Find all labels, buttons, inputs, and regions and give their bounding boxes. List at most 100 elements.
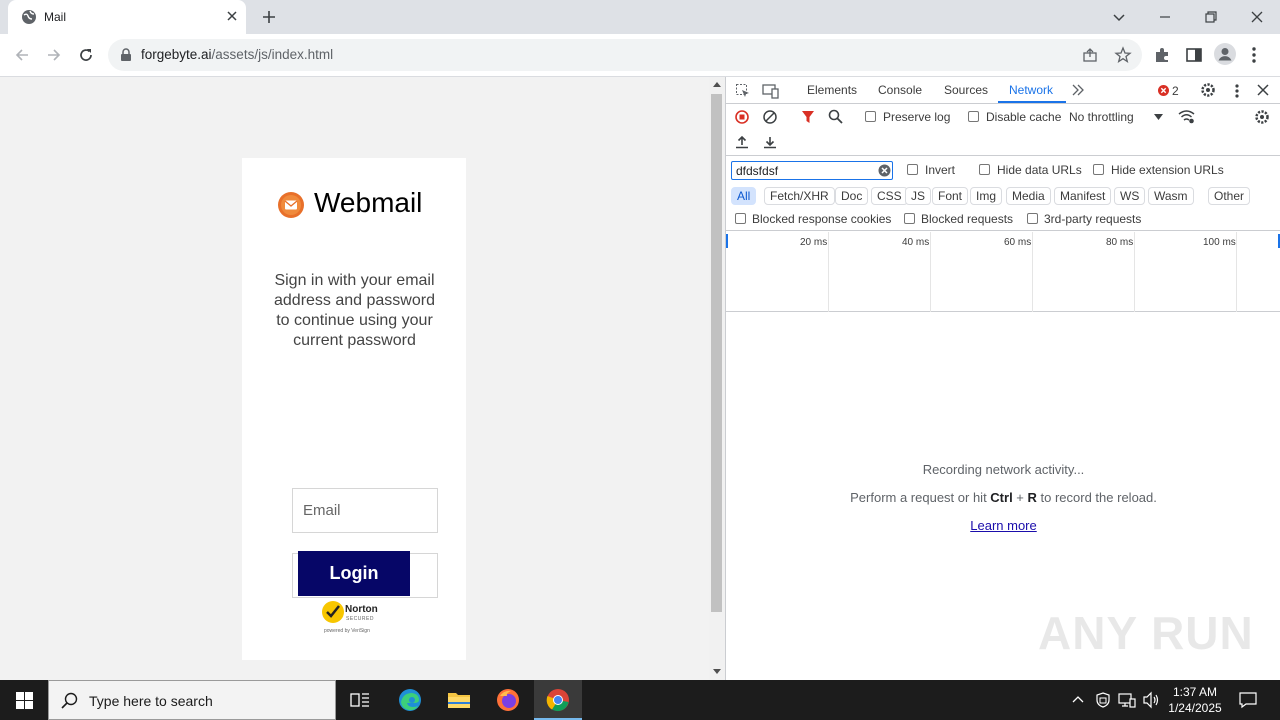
export-har-download-icon[interactable] [763,135,777,149]
windows-logo-icon[interactable] [16,692,33,709]
preserve-log-checkbox[interactable] [865,111,876,122]
start-button[interactable] [0,680,48,720]
url-text: forgebyte.ai/assets/js/index.html [141,47,333,62]
back-arrow-icon[interactable] [13,46,31,64]
blocked-requests-label: Blocked requests [921,212,1014,226]
filter-chip-all[interactable]: All [731,187,757,205]
blocked-requests-checkbox[interactable] [904,213,915,224]
scroll-up-arrow-icon[interactable] [713,82,721,87]
network-icon[interactable] [1118,692,1136,708]
lock-icon[interactable] [120,48,132,62]
invert-checkbox[interactable] [907,164,918,175]
filter-chip-css[interactable]: CSS [871,187,908,205]
new-tab-plus-icon[interactable] [260,8,278,26]
network-settings-gear-icon[interactable] [1254,109,1270,125]
norton-powered-text: powered by VeriSign [324,628,370,634]
network-conditions-wifi-icon[interactable] [1178,109,1195,124]
disable-cache-checkbox[interactable] [968,111,979,122]
tab-sources[interactable]: Sources [944,83,988,97]
timeline-left-handle[interactable] [726,234,728,248]
filter-chip-manifest[interactable]: Manifest [1054,187,1112,205]
defender-shield-icon[interactable] [1096,692,1110,708]
search-icon[interactable] [828,109,843,124]
firefox-taskbar-app[interactable] [484,680,532,720]
hide-data-urls-checkbox[interactable] [979,164,990,175]
filter-chip-wasm[interactable]: Wasm [1148,187,1194,205]
bookmark-star-icon[interactable] [1114,46,1132,64]
error-count[interactable]: 2 [1172,84,1179,98]
close-devtools-icon[interactable] [1257,84,1269,96]
extensions-puzzle-icon[interactable] [1153,46,1171,64]
devtools-menu-icon[interactable] [1234,83,1240,99]
network-toolbar-secondary [726,130,1280,156]
notifications-icon[interactable] [1239,691,1257,709]
page-viewport: Webmail Sign in with your email address … [0,77,709,680]
tab-search-chevron-icon[interactable] [1109,7,1129,27]
filter-chip-media[interactable]: Media [1006,187,1051,205]
tab-network[interactable]: Network [1009,83,1053,97]
throttling-select[interactable]: No throttling [1069,110,1134,124]
system-clock[interactable]: 1:37 AM 1/24/2025 [1163,684,1227,716]
edge-taskbar-app[interactable] [386,680,434,720]
page-scrollbar-thumb[interactable] [711,94,722,612]
profile-avatar-icon[interactable] [1214,43,1236,65]
error-icon[interactable] [1158,85,1169,96]
show-hidden-icons-chevron-icon[interactable] [1072,695,1084,703]
inspect-element-icon[interactable] [735,83,751,99]
close-window-icon[interactable] [1247,7,1267,27]
import-har-upload-icon[interactable] [735,135,749,149]
email-field[interactable] [292,488,438,533]
timeline-tick-label: 20 ms [800,237,828,248]
clear-filter-icon[interactable] [878,164,891,177]
hint-suffix: to record the reload. [1036,490,1157,505]
reload-icon[interactable] [77,46,95,64]
filter-funnel-icon[interactable] [801,110,815,124]
filter-chip-ws[interactable]: WS [1114,187,1146,205]
network-filter-input[interactable] [731,161,893,180]
url-host: forgebyte.ai [141,47,212,62]
filter-chip-other[interactable]: Other [1208,187,1251,205]
filter-chip-img[interactable]: Img [970,187,1003,205]
minimize-icon[interactable] [1155,7,1175,27]
tab-elements[interactable]: Elements [807,83,857,97]
restore-icon[interactable] [1201,7,1221,27]
timeline-gridline [828,232,829,312]
task-view-button[interactable] [336,680,384,720]
page-scrollbar[interactable] [709,77,725,680]
third-party-requests-checkbox[interactable] [1027,213,1038,224]
file-explorer-taskbar-app[interactable] [434,680,482,720]
close-tab-icon[interactable] [226,10,238,22]
learn-more-text[interactable]: Learn more [970,518,1036,533]
logo-title: Webmail [314,187,423,218]
filter-chip-doc[interactable]: Doc [835,187,869,205]
checkmark-seal-icon [321,600,345,624]
address-bar[interactable]: forgebyte.ai/assets/js/index.html [108,39,1142,71]
chrome-taskbar-app[interactable] [534,680,582,720]
timeline-tick-label: 40 ms [902,237,930,248]
dropdown-arrow-icon[interactable] [1154,114,1163,120]
share-icon[interactable] [1082,47,1098,63]
chrome-menu-icon[interactable] [1251,46,1257,64]
tab-title: Mail [44,10,67,24]
taskbar-search-box[interactable]: Type here to search [48,680,336,720]
side-panel-icon[interactable] [1185,46,1203,64]
network-overview-timeline[interactable]: 20 ms 40 ms 60 ms 80 ms 100 ms [726,232,1280,312]
settings-gear-icon[interactable] [1200,82,1216,98]
login-button[interactable]: Login [298,551,410,596]
filter-chip-font[interactable]: Font [932,187,969,205]
clock-time: 1:37 AM [1172,685,1218,699]
clear-icon[interactable] [763,110,777,124]
more-tabs-chevron-icon[interactable] [1071,84,1085,96]
record-stop-icon[interactable] [735,110,749,124]
device-toolbar-icon[interactable] [762,83,780,99]
filter-chip-fetch-xhr[interactable]: Fetch/XHR [764,187,835,205]
tab-console[interactable]: Console [878,83,922,97]
learn-more-link[interactable]: Learn more [726,518,1280,533]
hide-extension-urls-checkbox[interactable] [1093,164,1104,175]
filter-chip-js[interactable]: JS [905,187,932,205]
scroll-down-arrow-icon[interactable] [713,669,721,674]
forward-arrow-icon[interactable] [45,46,63,64]
volume-speaker-icon[interactable] [1142,691,1160,709]
blocked-response-cookies-checkbox[interactable] [735,213,746,224]
browser-tab-mail[interactable]: Mail [8,0,246,34]
